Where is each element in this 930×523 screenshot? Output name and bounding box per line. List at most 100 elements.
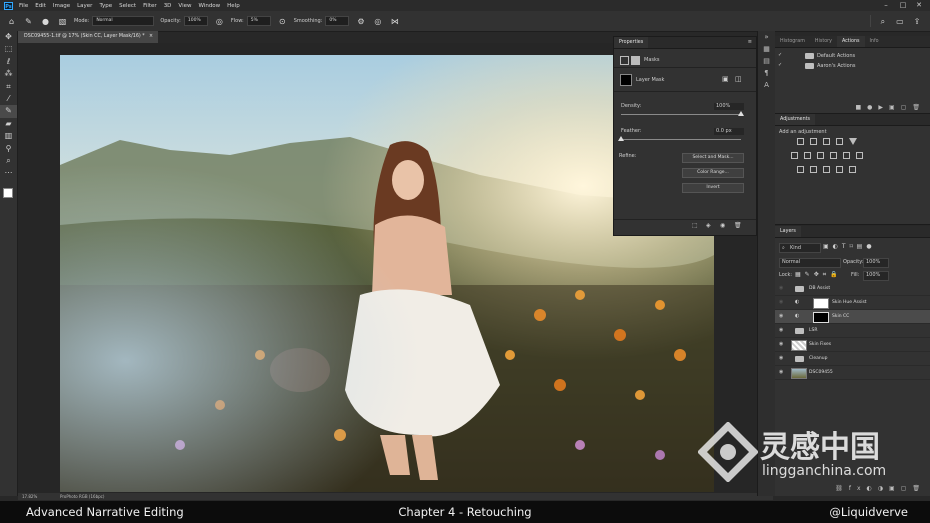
fill-field[interactable]: 100% <box>863 271 889 281</box>
threshold-icon[interactable] <box>823 166 830 173</box>
levels-icon[interactable] <box>810 138 817 145</box>
density-slider-handle[interactable] <box>738 111 744 116</box>
photo-filter-icon[interactable] <box>830 152 837 159</box>
eyedropper-tool-icon[interactable]: ⁄ <box>0 93 17 105</box>
tab-adjustments[interactable]: Adjustments <box>775 114 816 125</box>
color-range-button[interactable]: Color Range... <box>682 168 744 178</box>
menu-edit[interactable]: Edit <box>35 3 46 9</box>
visibility-icon[interactable]: ◉ <box>779 313 783 319</box>
close-window-button[interactable]: ✕ <box>914 1 924 10</box>
clone-source-panel-icon[interactable]: ▤ <box>758 55 775 67</box>
menu-3d[interactable]: 3D <box>164 3 172 9</box>
action-set-row[interactable]: ✓ Aaron's Actions <box>775 61 930 71</box>
layer-opacity-field[interactable]: 100% <box>863 258 889 268</box>
layer-row[interactable]: ◉ DSC09455 <box>775 366 930 380</box>
curves-icon[interactable] <box>823 138 830 145</box>
apply-mask-icon[interactable]: ◈ <box>706 222 711 229</box>
menu-layer[interactable]: Layer <box>77 3 92 9</box>
visibility-icon[interactable]: ◉ <box>720 222 725 229</box>
select-pixel-mask-icon[interactable]: ▣ <box>722 75 729 83</box>
selective-color-icon[interactable] <box>836 166 843 173</box>
menu-filter[interactable]: Filter <box>143 3 157 9</box>
tab-actions[interactable]: Actions <box>836 36 865 47</box>
gradient-tool-icon[interactable]: ▥ <box>0 130 17 142</box>
character-panel-icon[interactable]: A <box>758 79 775 91</box>
menu-image[interactable]: Image <box>53 3 70 9</box>
zoom-level[interactable]: 17.82% <box>22 493 37 500</box>
brush-tool-active-icon[interactable]: ✎ <box>0 105 17 118</box>
layer-row-selected[interactable]: ◉ ◐ Skin CC <box>775 310 930 324</box>
maximize-button[interactable]: □ <box>898 1 908 10</box>
menu-type[interactable]: Type <box>99 3 112 9</box>
visibility-icon[interactable]: ◉ <box>779 285 783 291</box>
blend-mode-select[interactable]: Normal <box>779 258 841 268</box>
vibrance-icon[interactable] <box>849 138 857 145</box>
airbrush-icon[interactable]: ⊙ <box>277 16 288 27</box>
layer-filter-select[interactable]: ⌕ Kind <box>779 243 821 253</box>
hue-saturation-icon[interactable] <box>791 152 798 159</box>
visibility-icon[interactable]: ◉ <box>779 341 783 347</box>
dodge-tool-icon[interactable]: ⚲ <box>0 143 17 155</box>
tab-properties[interactable]: Properties <box>614 37 649 48</box>
menu-select[interactable]: Select <box>119 3 136 9</box>
close-tab-icon[interactable]: × <box>149 31 153 43</box>
gear-icon[interactable]: ⚙ <box>355 16 366 27</box>
toggle-check-icon[interactable]: ✓ <box>778 52 782 58</box>
crop-tool-icon[interactable]: ⌗ <box>0 81 17 93</box>
visibility-icon[interactable]: ◉ <box>779 369 783 375</box>
menu-help[interactable]: Help <box>227 3 240 9</box>
minimize-button[interactable]: – <box>881 1 891 10</box>
tab-history[interactable]: History <box>810 36 837 47</box>
visibility-icon[interactable]: ◉ <box>779 327 783 333</box>
density-slider-track[interactable] <box>621 114 741 115</box>
layer-mask-thumbnail[interactable] <box>813 298 829 309</box>
layer-filter-icons[interactable]: ▣◐T⌑▤● <box>823 243 876 250</box>
layer-row[interactable]: ◉ LSR <box>775 324 930 338</box>
smoothing-field[interactable]: 0% <box>325 16 350 26</box>
paragraph-panel-icon[interactable]: ¶ <box>758 67 775 79</box>
lasso-tool-icon[interactable]: ℓ <box>0 56 17 68</box>
menu-file[interactable]: File <box>19 3 28 9</box>
more-tools-icon[interactable]: ⋯ <box>0 167 17 179</box>
feather-slider-track[interactable] <box>621 139 741 140</box>
feather-slider-handle[interactable] <box>618 136 624 141</box>
menu-view[interactable]: View <box>178 3 191 9</box>
layer-row[interactable]: ◉ Skin Fixes <box>775 338 930 352</box>
brush-settings-panel-icon[interactable]: ▦ <box>758 43 775 55</box>
pressure-size-icon[interactable]: ◎ <box>372 16 383 27</box>
feather-field[interactable]: 0.0 px <box>714 128 744 135</box>
lock-icons[interactable]: ▦✎✥⌗🔒 <box>795 271 842 279</box>
share-icon[interactable]: ⇪ <box>911 16 922 27</box>
foreground-color-swatch[interactable] <box>3 188 13 198</box>
posterize-icon[interactable] <box>810 166 817 173</box>
quick-select-tool-icon[interactable]: ⁂ <box>0 68 17 80</box>
load-selection-icon[interactable]: ⬚ <box>692 222 698 229</box>
panel-menu-icon[interactable]: ≡ <box>748 39 752 45</box>
tab-info[interactable]: Info <box>865 36 884 47</box>
brightness-contrast-icon[interactable] <box>797 138 804 145</box>
actions-toolbar-icons[interactable]: ■●▶▣▢🗑 <box>856 104 926 111</box>
action-set-row[interactable]: ✓ Default Actions <box>775 51 930 61</box>
invert-adjustment-icon[interactable] <box>797 166 804 173</box>
marquee-tool-icon[interactable]: ⬚ <box>0 43 17 55</box>
mode-select[interactable]: Normal <box>92 16 155 26</box>
add-vector-mask-icon[interactable]: ◫ <box>735 75 742 83</box>
move-tool-icon[interactable]: ✥ <box>0 31 17 43</box>
visibility-icon[interactable]: ◉ <box>779 355 783 361</box>
brush-settings-icon[interactable]: ▧ <box>57 16 68 27</box>
workspace-icon[interactable]: ▭ <box>894 16 905 27</box>
search-icon[interactable]: ⌕ <box>877 16 888 27</box>
home-icon[interactable]: ⌂ <box>6 16 17 27</box>
density-field[interactable]: 100% <box>714 103 744 110</box>
brush-preset-icon[interactable]: ● <box>40 16 51 27</box>
pressure-opacity-icon[interactable]: ◎ <box>214 16 225 27</box>
channel-mixer-icon[interactable] <box>843 152 850 159</box>
collapse-icon[interactable]: » <box>758 31 775 43</box>
flow-field[interactable]: 5% <box>246 16 271 26</box>
layer-row[interactable]: ◉ ◐ Skin Hue Assist <box>775 296 930 310</box>
color-balance-icon[interactable] <box>804 152 811 159</box>
black-white-icon[interactable] <box>817 152 824 159</box>
brush-tool-icon[interactable]: ✎ <box>23 16 34 27</box>
opacity-field[interactable]: 100% <box>183 16 208 26</box>
color-lookup-icon[interactable] <box>856 152 863 159</box>
